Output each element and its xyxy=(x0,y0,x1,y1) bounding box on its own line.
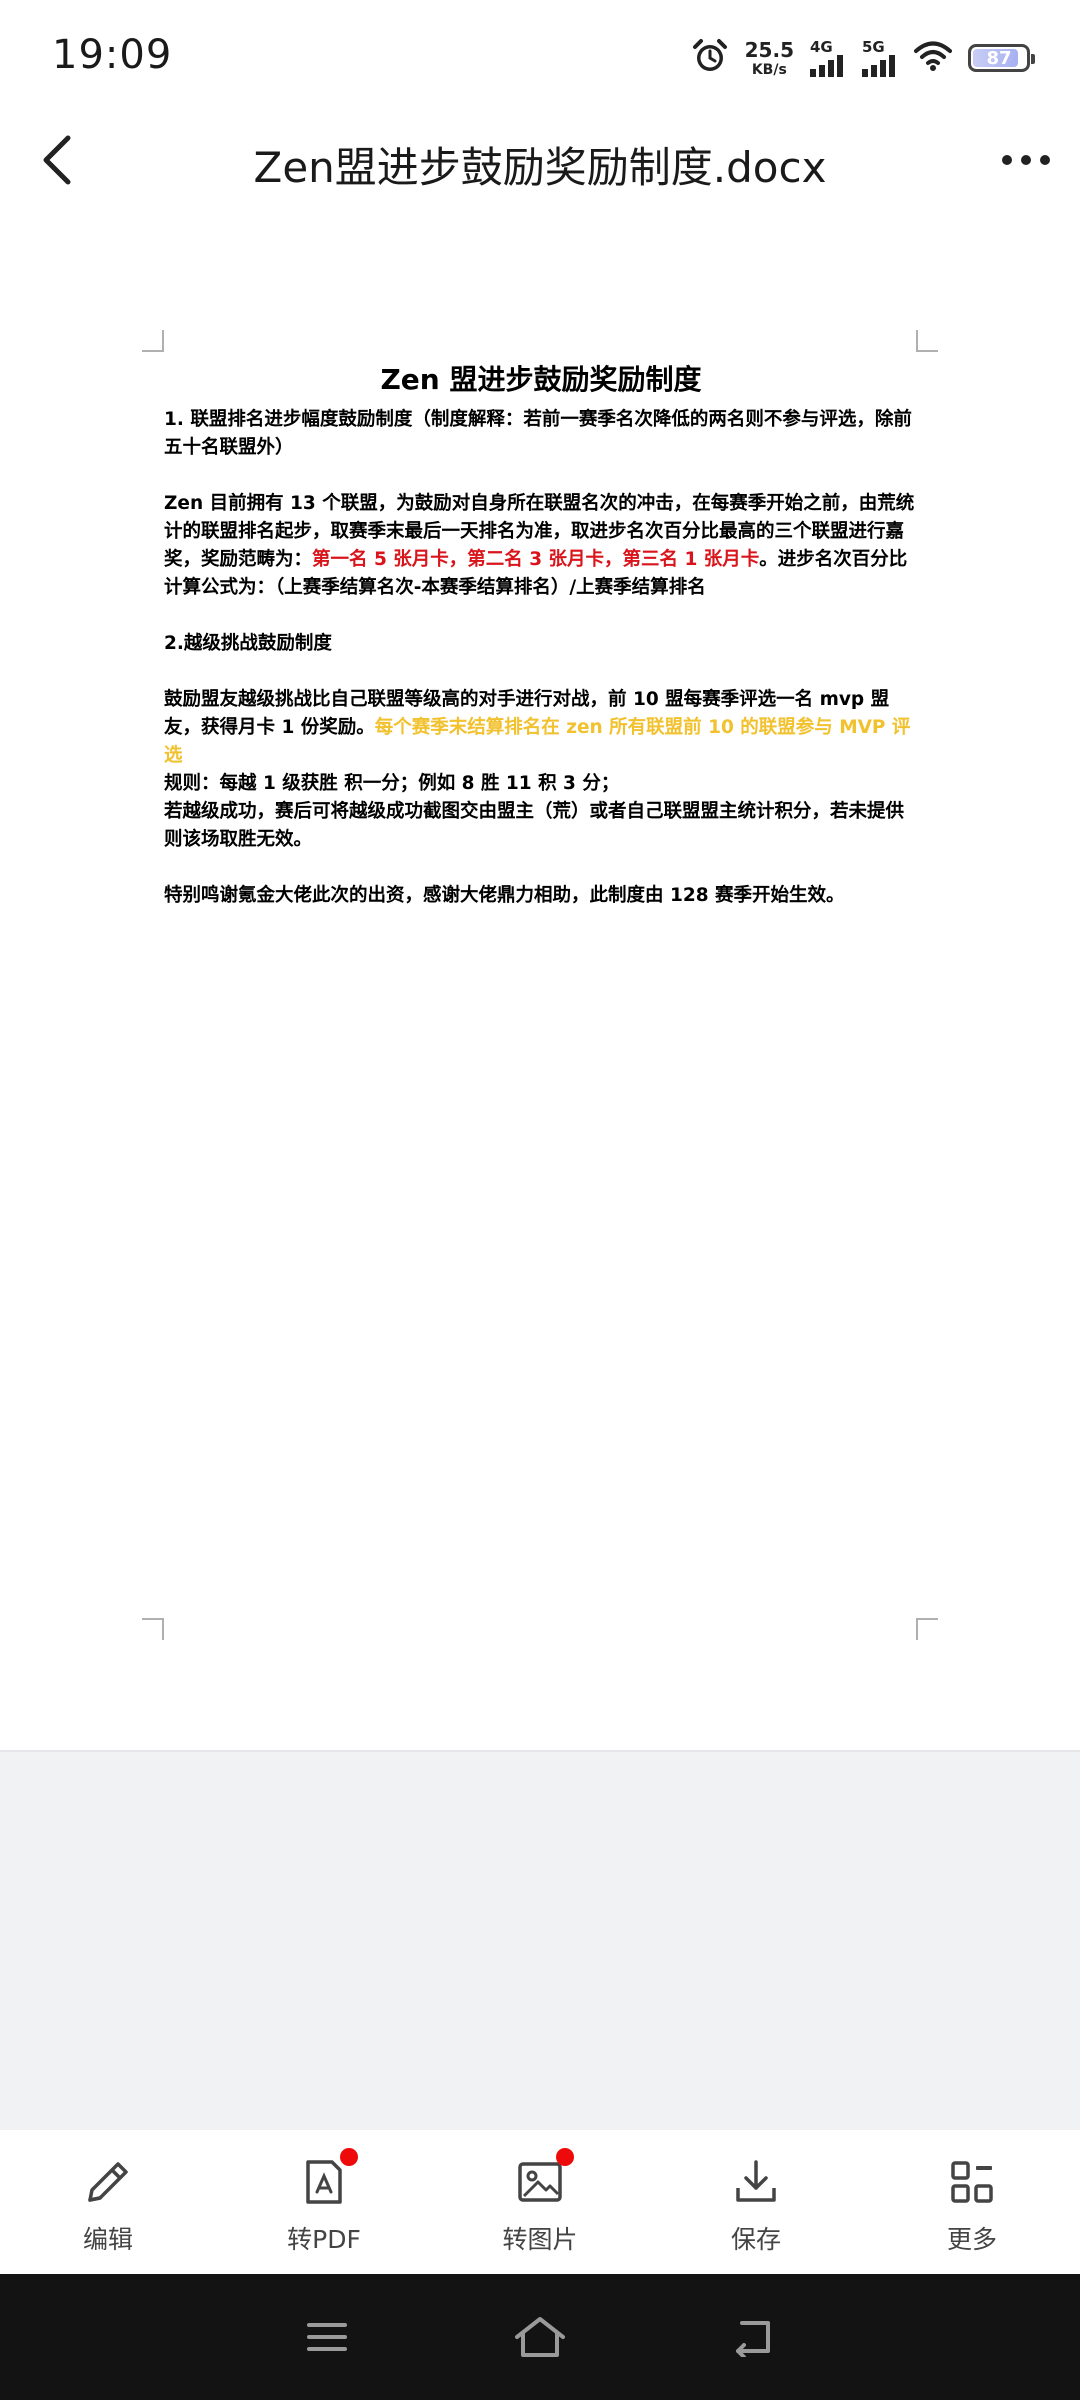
grid-icon xyxy=(944,2154,1000,2210)
convert-image-button[interactable]: 转图片 xyxy=(432,2130,648,2274)
save-button[interactable]: 保存 xyxy=(648,2130,864,2274)
menu-icon xyxy=(306,2323,347,2351)
back-button[interactable] xyxy=(30,132,86,188)
page-margin-mark xyxy=(142,1618,164,1640)
title-bar: Zen盟进步鼓励奖励制度.docx xyxy=(0,110,1080,210)
home-nav-button[interactable] xyxy=(505,2302,575,2372)
bottom-toolbar: 编辑 转PDF 转图片 保存 更多 xyxy=(0,2130,1080,2274)
signal-4g: 4G xyxy=(810,37,846,77)
pdf-icon xyxy=(296,2148,358,2210)
home-icon xyxy=(514,2317,565,2357)
wifi-icon xyxy=(914,40,952,76)
pencil-icon xyxy=(80,2154,136,2210)
rule-line-2: 若越级成功，赛后可将越级成功截图交由盟主（荒）或者自己联盟盟主统计积分，若未提供… xyxy=(164,801,905,850)
alarm-icon xyxy=(691,37,729,79)
notification-dot xyxy=(556,2148,574,2166)
page-margin-mark xyxy=(916,1618,938,1640)
document-background xyxy=(0,1750,1080,2130)
save-label: 保存 xyxy=(730,2225,781,2254)
signal-5g-label: 5G xyxy=(862,37,885,56)
chevron-left-icon xyxy=(43,135,71,185)
signal-bars-icon xyxy=(862,54,895,77)
edit-label: 编辑 xyxy=(82,2225,133,2254)
section2-title: 2.越级挑战鼓励制度 xyxy=(164,633,332,654)
back-arrow-icon xyxy=(736,2321,771,2357)
image-icon xyxy=(512,2148,574,2210)
network-speed-value: 25.5 xyxy=(744,37,794,62)
section1-body: Zen 目前拥有 13 个联盟，为鼓励对自身所在联盟名次的冲击，在每赛季开始之前… xyxy=(164,490,918,602)
convert-image-label: 转图片 xyxy=(502,2225,578,2254)
back-nav-button[interactable] xyxy=(718,2302,788,2372)
edit-button[interactable]: 编辑 xyxy=(0,2130,216,2274)
signal-bars-icon xyxy=(810,54,843,77)
status-time: 19:09 xyxy=(52,32,173,78)
document-content: Zen 盟进步鼓励奖励制度 1. 联盟排名进步幅度鼓励制度（制度解释：若前一赛季… xyxy=(164,360,918,910)
document-heading: Zen 盟进步鼓励奖励制度 xyxy=(380,363,702,396)
rule-line: 规则：每越 1 级获胜 积一分；例如 8 胜 11 积 3 分； xyxy=(164,773,620,794)
network-speed: 25.5 KB/s xyxy=(745,40,794,77)
more-button[interactable]: 更多 xyxy=(864,2130,1080,2274)
section2-body: 鼓励盟友越级挑战比自己联盟等级高的对手进行对战，前 10 盟每赛季评选一名 mv… xyxy=(164,686,918,770)
section1-title: 1. 联盟排名进步幅度鼓励制度（制度解释：若前一赛季名次降低的两名则不参与评选，… xyxy=(164,409,912,458)
battery-level: 87 xyxy=(986,47,1012,69)
more-label: 更多 xyxy=(946,2225,997,2254)
document-title: Zen盟进步鼓励奖励制度.docx xyxy=(253,143,827,192)
convert-pdf-label: 转PDF xyxy=(287,2225,361,2254)
more-horizontal-icon xyxy=(1002,155,1050,165)
status-bar: 19:09 25.5 KB/s 4G 5G 87 xyxy=(0,0,1080,110)
more-options-button[interactable] xyxy=(994,132,1058,188)
download-icon xyxy=(728,2154,784,2210)
section1-reward-highlight: 第一名 5 张月卡，第二名 3 张月卡，第三名 1 张月卡 xyxy=(312,549,760,570)
battery-indicator: 87 xyxy=(968,44,1035,72)
page-margin-mark xyxy=(142,330,164,352)
network-speed-unit: KB/s xyxy=(751,61,787,78)
document-page[interactable]: Zen 盟进步鼓励奖励制度 1. 联盟排名进步幅度鼓励制度（制度解释：若前一赛季… xyxy=(0,210,1080,1750)
menu-nav-button[interactable] xyxy=(292,2302,362,2372)
status-icons: 25.5 KB/s 4G 5G 87 xyxy=(691,36,1035,80)
system-nav-bar xyxy=(0,2274,1080,2400)
notification-dot xyxy=(340,2148,358,2166)
page-margin-mark xyxy=(916,330,938,352)
signal-5g: 5G xyxy=(862,37,898,77)
convert-pdf-button[interactable]: 转PDF xyxy=(216,2130,432,2274)
signal-4g-label: 4G xyxy=(810,37,833,56)
thanks-paragraph: 特别鸣谢氪金大佬此次的出资，感谢大佬鼎力相助，此制度由 128 赛季开始生效。 xyxy=(164,885,845,906)
